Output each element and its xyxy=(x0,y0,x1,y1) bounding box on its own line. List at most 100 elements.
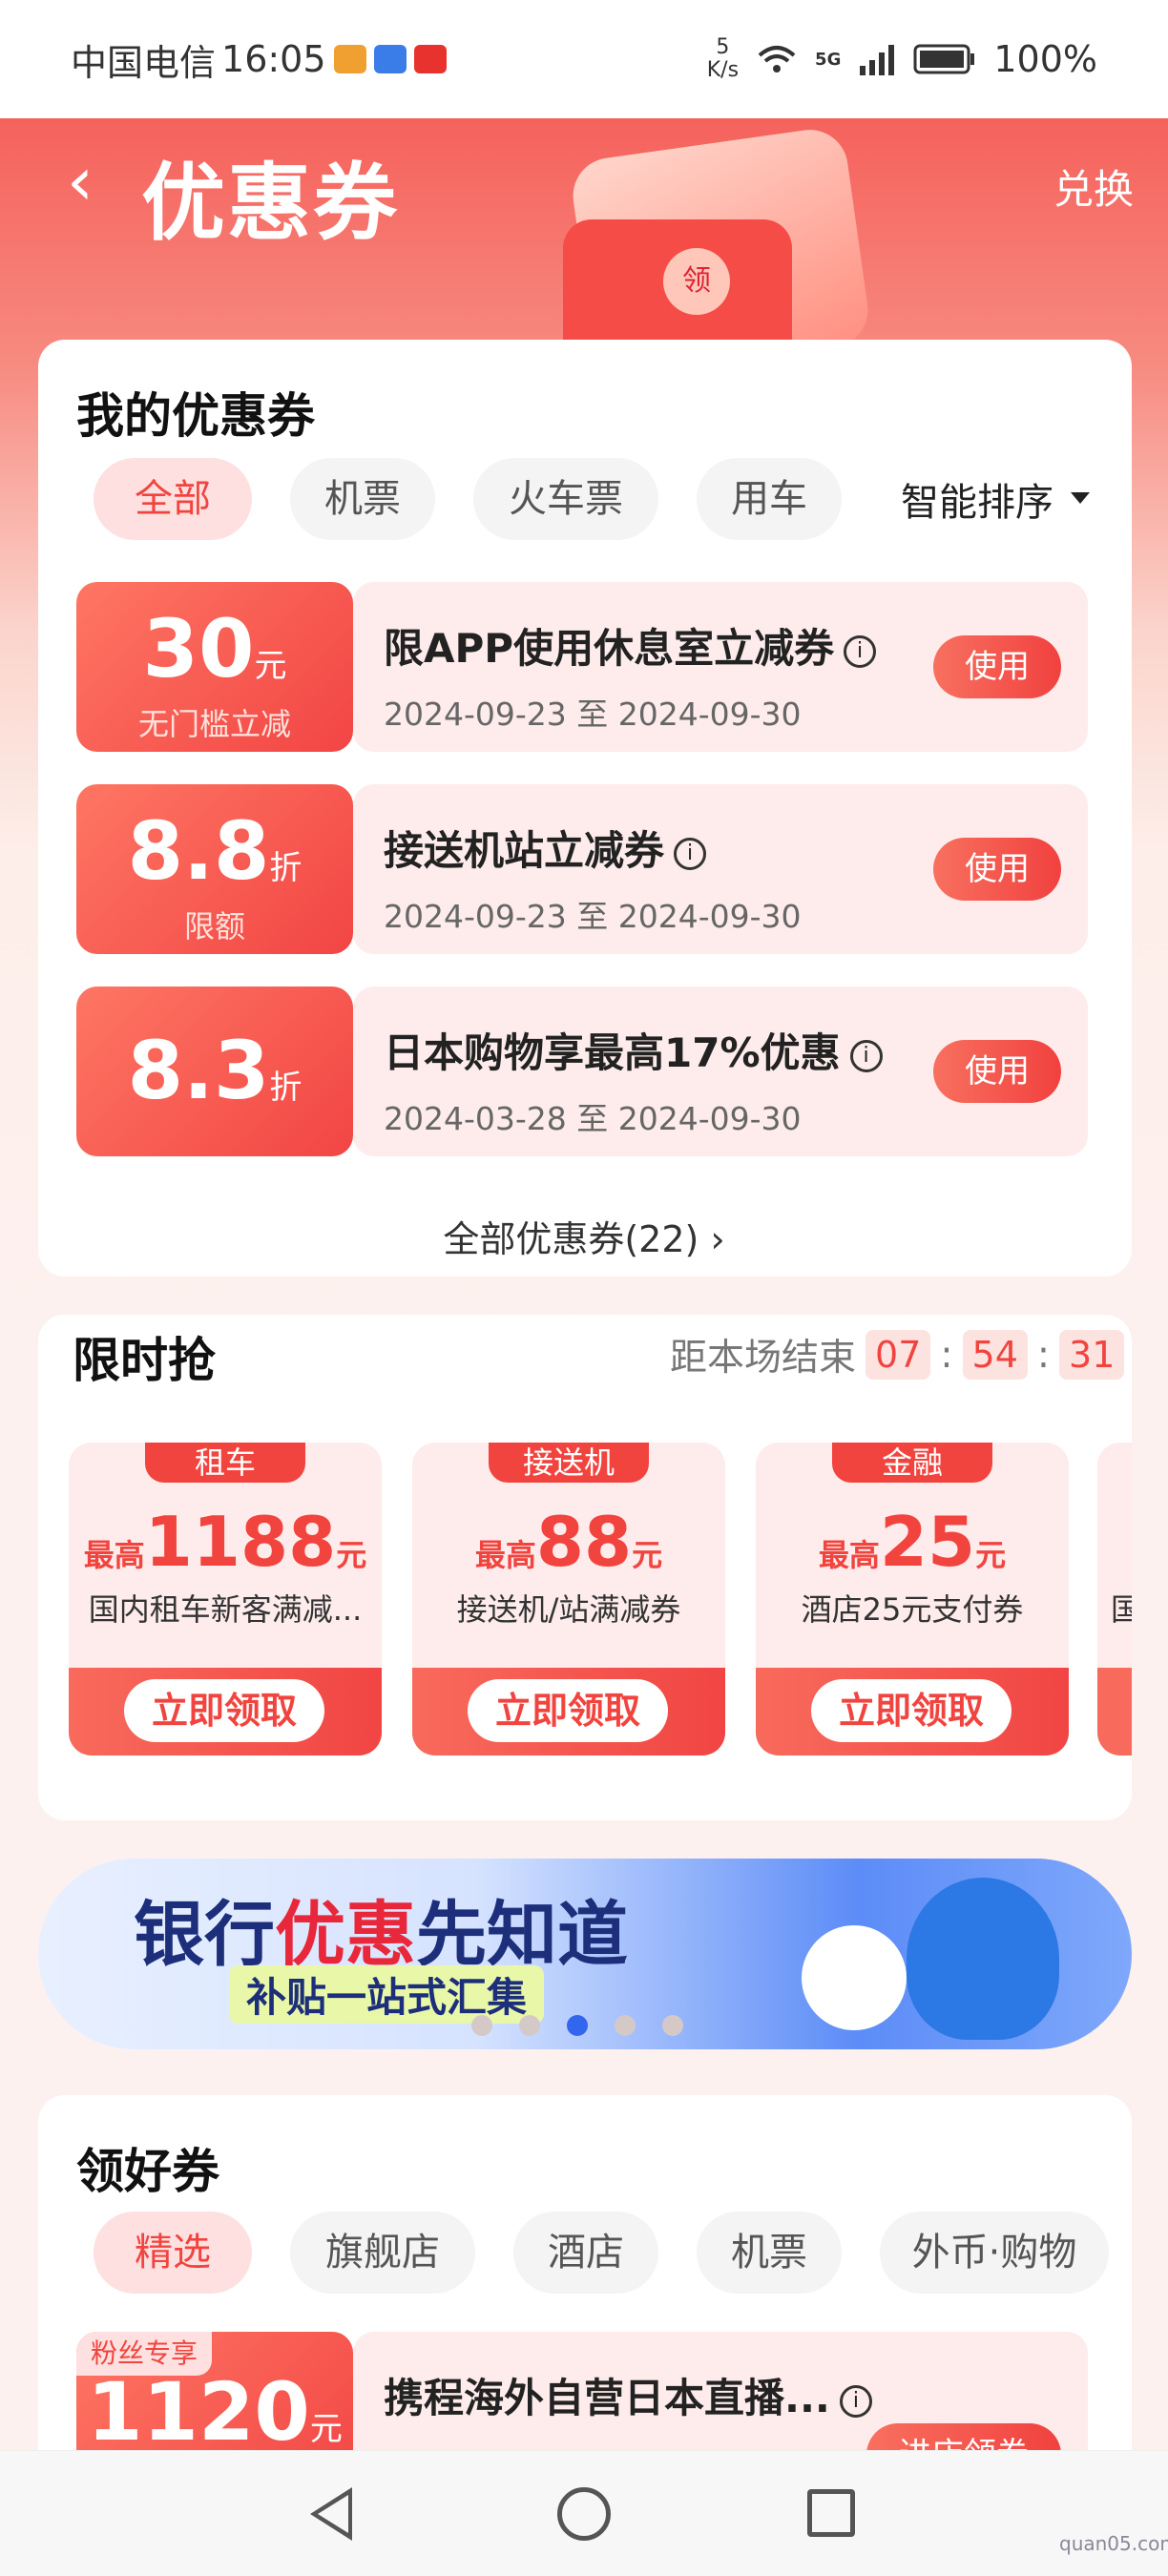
coupon-detail-panel: 限APP使用休息室立减券 i 2024-09-23 至 2024-09-30 使用 xyxy=(353,582,1088,752)
claim-button[interactable]: 立即领取 xyxy=(811,1679,1012,1742)
sort-label: 智能排序 xyxy=(901,481,1053,525)
coupon-amount: 30元 xyxy=(142,602,287,696)
deal-description: 接送机/站满减券 xyxy=(456,1591,681,1628)
nav-home-icon[interactable] xyxy=(557,2487,611,2541)
battery-level: 100% xyxy=(993,38,1097,80)
coupon-amount: 8.3折 xyxy=(127,1024,302,1117)
wifi-icon xyxy=(758,46,796,73)
deal-card[interactable]: 金融 最高25元 酒店25元支付券 立即领取 xyxy=(756,1443,1069,1755)
status-bar: 中国电信 16:05 5 K/s 5G 100% xyxy=(0,0,1168,118)
deal-footer: 立即领取 xyxy=(69,1668,382,1755)
watermark: quan05.com xyxy=(1059,2532,1168,2555)
coupon-detail-panel: 日本购物享最高17%优惠 i 2024-03-28 至 2024-09-30 使用 xyxy=(353,987,1088,1156)
deal-amount: 最高1188元 xyxy=(83,1502,367,1582)
countdown-hours: 07 xyxy=(866,1330,931,1380)
nav-back-icon[interactable] xyxy=(310,2487,352,2541)
good-coupons-title: 领好券 xyxy=(76,2144,219,2199)
all-coupons-link[interactable]: 全部优惠券(22) › xyxy=(0,1210,1168,1262)
coupon-note: 无门槛立减 xyxy=(137,706,291,742)
deal-description: 国 xyxy=(1111,1591,1132,1628)
tab-train[interactable]: 火车票 xyxy=(473,458,658,540)
info-icon[interactable]: i xyxy=(844,634,877,668)
tab-all[interactable]: 全部 xyxy=(94,458,252,540)
network-type: 5G xyxy=(815,49,842,70)
countdown-minutes: 54 xyxy=(962,1330,1028,1380)
back-arrow-icon[interactable]: ‹ xyxy=(67,143,94,219)
coupon-name: 携程海外自营日本直播... i xyxy=(384,2366,872,2424)
dolphin-mascot-illustration xyxy=(907,1878,1059,2040)
countdown-separator: : xyxy=(1036,1333,1051,1377)
tab-hotel[interactable]: 酒店 xyxy=(513,2212,658,2294)
deal-description: 酒店25元支付券 xyxy=(801,1591,1024,1628)
carousel-dot[interactable] xyxy=(615,2015,636,2036)
deal-footer: 立即领取 xyxy=(756,1668,1069,1755)
deal-amount: 最高25元 xyxy=(818,1502,1007,1582)
tab-featured[interactable]: 精选 xyxy=(94,2212,252,2294)
info-icon[interactable]: i xyxy=(839,2384,872,2418)
deal-footer xyxy=(1097,1668,1132,1755)
info-icon[interactable]: i xyxy=(674,837,707,870)
coupon-value-panel: 8.8折 限额 xyxy=(76,784,353,954)
signal-icon xyxy=(860,45,895,75)
coupon-amount: 8.8折 xyxy=(127,804,302,898)
coupon-item: 8.8折 限额 接送机站立减券 i 2024-09-23 至 2024-09-30… xyxy=(76,784,1088,954)
deal-amount: 最高88元 xyxy=(474,1502,663,1582)
countdown-seconds: 31 xyxy=(1059,1330,1125,1380)
deal-tag: 租车 xyxy=(145,1443,305,1483)
app-notification-icon xyxy=(373,45,407,73)
my-coupons-title: 我的优惠券 xyxy=(76,388,315,444)
countdown-separator: : xyxy=(940,1333,953,1377)
coupon-date-range: 2024-09-23 至 2024-09-30 xyxy=(384,898,802,935)
deal-description: 国内租车新客满减... xyxy=(88,1591,363,1628)
carousel-dot[interactable] xyxy=(662,2015,683,2036)
claim-button[interactable]: 立即领取 xyxy=(124,1679,324,1742)
coupon-name: 日本购物享最高17%优惠 i xyxy=(384,1021,883,1079)
system-nav-bar xyxy=(0,2450,1168,2576)
coupon-value-panel: 8.3折 xyxy=(76,987,353,1156)
deal-card-peek[interactable]: 国 xyxy=(1097,1443,1132,1755)
use-coupon-button[interactable]: 使用 xyxy=(933,635,1061,698)
app-notification-icon xyxy=(413,45,447,73)
coupon-item: 8.3折 日本购物享最高17%优惠 i 2024-03-28 至 2024-09-… xyxy=(76,987,1088,1156)
fans-exclusive-badge: 粉丝专享 xyxy=(76,2332,212,2376)
app-notification-icon xyxy=(333,45,366,73)
deal-card[interactable]: 接送机 最高88元 接送机/站满减券 立即领取 xyxy=(412,1443,725,1755)
coupon-item: 30元 无门槛立减 限APP使用休息室立减券 i 2024-09-23 至 202… xyxy=(76,582,1088,752)
redeem-button[interactable]: 兑换 xyxy=(1053,157,1134,216)
sort-dropdown[interactable]: 智能排序 xyxy=(901,458,1090,540)
coupon-note: 限额 xyxy=(183,908,245,945)
clock: 16:05 xyxy=(221,38,326,80)
tab-flight[interactable]: 机票 xyxy=(290,458,435,540)
claim-button[interactable]: 立即领取 xyxy=(468,1679,668,1742)
flash-sale-title: 限时抢 xyxy=(73,1333,216,1388)
battery-icon xyxy=(913,44,975,74)
tab-flight[interactable]: 机票 xyxy=(697,2212,842,2294)
use-coupon-button[interactable]: 使用 xyxy=(933,1040,1061,1103)
tab-currency-shopping[interactable]: 外币·购物 xyxy=(880,2212,1109,2294)
net-speed: 5 K/s xyxy=(707,36,739,82)
deal-tag: 接送机 xyxy=(489,1443,649,1483)
carousel-dot[interactable] xyxy=(519,2015,540,2036)
carrier: 中国电信 xyxy=(71,41,217,84)
use-coupon-button[interactable]: 使用 xyxy=(933,838,1061,901)
tab-car[interactable]: 用车 xyxy=(697,458,842,540)
mascot-illustration xyxy=(802,1925,907,2030)
coupon-date-range: 2024-03-28 至 2024-09-30 xyxy=(384,1100,802,1137)
deal-card[interactable]: 租车 最高1188元 国内租车新客满减... 立即领取 xyxy=(69,1443,382,1755)
carousel-dot-active[interactable] xyxy=(567,2015,588,2036)
tab-flagship[interactable]: 旗舰店 xyxy=(290,2212,475,2294)
coupon-value-panel: 30元 无门槛立减 xyxy=(76,582,353,752)
carousel-dot[interactable] xyxy=(471,2015,492,2036)
deal-tag: 金融 xyxy=(832,1443,992,1483)
countdown: 距本场结束 07 : 54 : 31 xyxy=(670,1328,1125,1381)
deal-footer: 立即领取 xyxy=(412,1668,725,1755)
nav-recents-icon[interactable] xyxy=(807,2489,855,2537)
caret-down-icon xyxy=(1071,492,1090,504)
page-title: 优惠券 xyxy=(141,154,400,252)
info-icon[interactable]: i xyxy=(849,1039,883,1072)
carousel-dots[interactable] xyxy=(471,2015,683,2036)
coupon-detail-panel: 接送机站立减券 i 2024-09-23 至 2024-09-30 使用 xyxy=(353,784,1088,954)
net-speed-value: 5 xyxy=(716,35,730,59)
coupon-name: 限APP使用休息室立减券 i xyxy=(384,616,877,675)
countdown-label: 距本场结束 xyxy=(670,1337,857,1380)
